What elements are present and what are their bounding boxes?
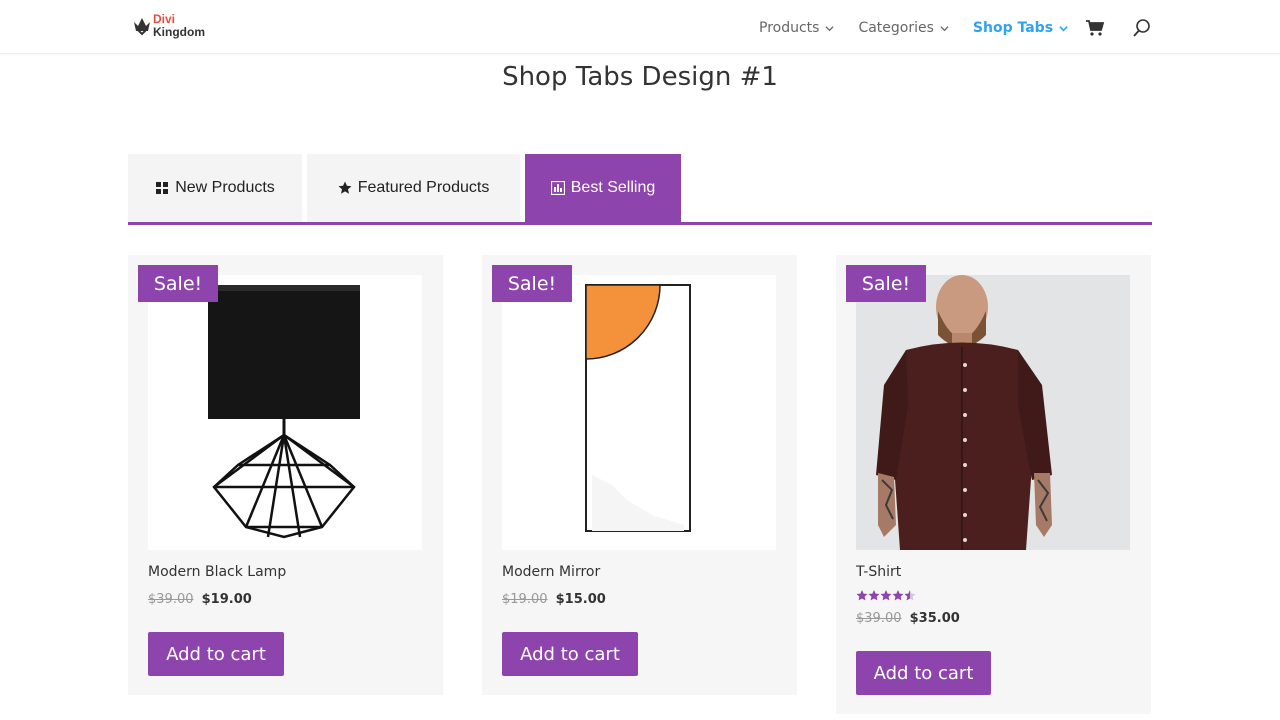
sale-badge: Sale! (138, 265, 218, 302)
nav-shop-tabs[interactable]: Shop Tabs (973, 20, 1068, 36)
nav-shop-tabs-label: Shop Tabs (972, 20, 1054, 36)
chevron-down-icon (1059, 25, 1068, 31)
sale-price: $35.00 (909, 611, 960, 626)
add-to-cart-button[interactable]: Add to cart (502, 632, 638, 676)
product-card: Sale! T-Shirt $39.00 $35.00 Add to cart (836, 255, 1151, 714)
product-image[interactable] (856, 275, 1130, 550)
old-price: $19.00 (502, 592, 548, 607)
tab-featured-products-label: Featured Products (357, 179, 490, 196)
old-price: $39.00 (148, 592, 194, 607)
product-image[interactable] (148, 275, 422, 550)
product-price: $19.00 $15.00 (502, 592, 606, 607)
add-to-cart-button[interactable]: Add to cart (148, 632, 284, 676)
sale-badge: Sale! (492, 265, 572, 302)
add-to-cart-button[interactable]: Add to cart (856, 651, 991, 695)
sale-price: $19.00 (201, 592, 252, 607)
main-nav: Products Categories Shop Tabs (759, 18, 1092, 38)
product-image[interactable] (502, 275, 776, 550)
product-price: $39.00 $35.00 (856, 611, 960, 626)
grid-icon (156, 182, 169, 194)
chevron-down-icon (940, 25, 949, 31)
chevron-down-icon (825, 25, 835, 31)
tab-new-products[interactable]: New Products (128, 154, 302, 222)
crown-icon (134, 18, 150, 36)
product-name[interactable]: T-Shirt (856, 564, 901, 580)
tab-new-products-label: New Products (175, 179, 275, 196)
product-card: Sale! Modern Mirror $19.00 $15.00 Add to… (482, 255, 797, 695)
page-title: Shop Tabs Design #1 (502, 62, 778, 92)
man-in-shirt-image (856, 275, 1130, 550)
nav-categories[interactable]: Categories (858, 20, 949, 36)
tab-best-selling-label: Best Selling (570, 179, 656, 196)
nav-products-label: Products (759, 20, 820, 36)
tab-featured-products[interactable]: Featured Products (307, 154, 520, 222)
product-price: $39.00 $19.00 (148, 592, 252, 607)
lamp-image (208, 285, 360, 539)
mirror-image (585, 284, 691, 532)
cart-icon[interactable] (1085, 18, 1105, 38)
bar-chart-icon (550, 181, 565, 195)
star-rating (856, 590, 916, 601)
nav-categories-label: Categories (858, 20, 934, 36)
logo-word-kingdom: Kingdom (153, 25, 205, 39)
site-logo[interactable]: Divi Kingdom (131, 12, 211, 42)
old-price: $39.00 (856, 611, 902, 626)
product-name[interactable]: Modern Mirror (502, 564, 600, 580)
site-header: Divi Kingdom Products Categories Shop Ta… (0, 0, 1280, 54)
tab-best-selling[interactable]: Best Selling (525, 154, 681, 222)
shop-tabs: New Products Featured Products Best Sell… (128, 154, 1152, 225)
product-card: Sale! Modern Black Lamp $39.00 $19.00 Ad… (128, 255, 443, 695)
star-icon (338, 181, 352, 194)
sale-price: $15.00 (555, 592, 606, 607)
product-name[interactable]: Modern Black Lamp (148, 564, 286, 580)
sale-badge: Sale! (846, 265, 926, 302)
search-icon[interactable] (1132, 18, 1152, 38)
nav-products[interactable]: Products (759, 20, 835, 36)
